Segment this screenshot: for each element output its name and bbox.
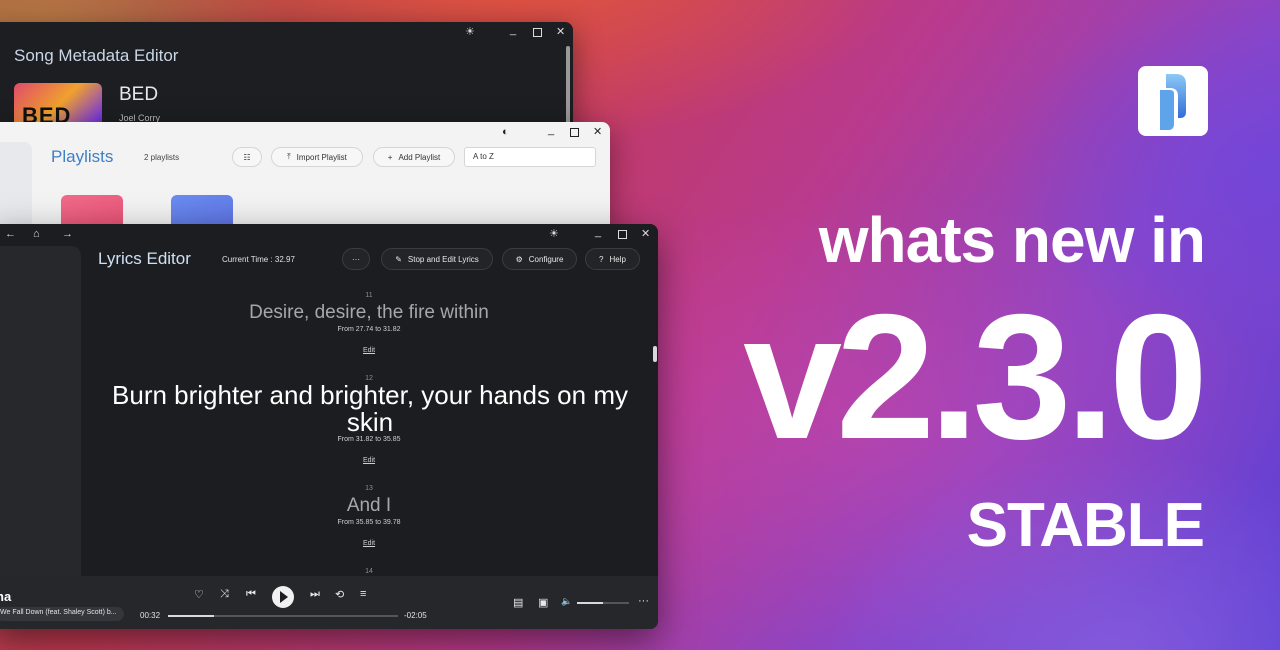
logo-icon: [1160, 74, 1186, 130]
lyric-line-timing: From 35.85 to 39.78: [337, 519, 401, 526]
minimize-icon[interactable]: _: [595, 227, 601, 238]
mini-player-icon[interactable]: ▣: [538, 596, 548, 609]
promo-version: v2.3.0: [743, 277, 1208, 476]
more-options-button[interactable]: ···: [342, 248, 370, 270]
add-playlist-button[interactable]: + Add Playlist: [373, 147, 455, 167]
previous-icon[interactable]: ⏮: [246, 588, 256, 601]
theme-toggle-icon[interactable]: ☀: [549, 229, 559, 240]
forward-arrow-icon[interactable]: →: [62, 229, 73, 240]
add-icon: +: [387, 152, 393, 162]
volume-slider-level: [577, 602, 603, 604]
list-check-icon: ☷: [243, 152, 251, 162]
edit-link[interactable]: Edit: [363, 457, 375, 464]
lyric-line-number: 13: [365, 485, 373, 492]
scrollbar[interactable]: [653, 346, 657, 362]
lyric-line-number: 14: [365, 568, 373, 575]
close-icon[interactable]: ✕: [593, 127, 602, 138]
remaining-time: -02:05: [404, 611, 427, 620]
import-playlist-button[interactable]: ⤒ Import Playlist: [271, 147, 363, 167]
select-mode-button[interactable]: ☷: [232, 147, 262, 167]
shuffle-icon[interactable]: ⤨: [220, 588, 229, 601]
maximize-icon[interactable]: [570, 128, 579, 137]
now-playing-title: na: [0, 589, 12, 604]
close-icon[interactable]: ✕: [556, 27, 565, 38]
lyric-line-text[interactable]: And I: [81, 495, 657, 517]
stop-edit-label: Stop and Edit Lyrics: [407, 254, 479, 264]
help-label: Help: [609, 254, 626, 264]
configure-label: Configure: [528, 254, 564, 264]
song-title: BED: [119, 84, 159, 105]
configure-button[interactable]: ⚙ Configure: [502, 248, 577, 270]
play-icon: [280, 591, 288, 603]
seek-bar-progress: [168, 615, 214, 617]
edit-link[interactable]: Edit: [363, 540, 375, 547]
repeat-icon[interactable]: ⟲: [335, 588, 344, 601]
page-title: Lyrics Editor: [98, 249, 191, 268]
minimize-icon[interactable]: _: [510, 25, 516, 36]
lyric-line-text[interactable]: Desire, desire, the fire within: [81, 302, 657, 324]
import-playlist-label: Import Playlist: [296, 152, 347, 162]
heart-icon[interactable]: ♡: [194, 588, 204, 601]
next-icon[interactable]: ⏭: [310, 588, 320, 601]
home-icon[interactable]: ⌂: [33, 229, 40, 240]
volume-icon[interactable]: 🔈: [561, 596, 572, 607]
back-arrow-icon[interactable]: ←: [5, 229, 16, 240]
page-title: Playlists: [51, 147, 114, 166]
sort-select[interactable]: A to Z: [464, 147, 596, 167]
edit-link[interactable]: Edit: [363, 347, 375, 354]
current-time: Current Time : 32.97: [222, 255, 295, 264]
stop-edit-lyrics-button[interactable]: ✎ Stop and Edit Lyrics: [381, 248, 493, 270]
import-icon: ⤒: [287, 152, 291, 161]
song-metadata-editor-window: Song Metadata Editor ☀ _ ✕ BED BED Joel …: [0, 22, 573, 132]
window-title: Song Metadata Editor: [14, 46, 179, 65]
player-bar: na We Fall Down (feat. Shaley Scott) b..…: [0, 576, 658, 629]
lyrics-editor-window: ← ⌂ → ☀ _ ✕ Lyrics Editor Current Time :…: [0, 224, 658, 629]
help-button[interactable]: ? Help: [585, 248, 640, 270]
more-icon[interactable]: ···: [638, 595, 649, 607]
theme-toggle-icon[interactable]: ☀: [465, 27, 475, 38]
promo-tag: STABLE: [966, 491, 1205, 560]
maximize-icon[interactable]: [533, 28, 542, 37]
now-playing-artist[interactable]: We Fall Down (feat. Shaley Scott) b...: [0, 607, 124, 621]
left-panel: [0, 246, 81, 576]
elapsed-time: 00:32: [140, 611, 161, 620]
help-icon: ?: [599, 254, 604, 264]
more-icon: ···: [352, 254, 360, 264]
minimize-icon[interactable]: _: [548, 125, 554, 136]
close-icon[interactable]: ✕: [641, 229, 650, 240]
add-playlist-label: Add Playlist: [398, 152, 441, 162]
gear-icon: ⚙: [515, 254, 523, 264]
play-button[interactable]: [272, 586, 294, 608]
app-logo: [1138, 66, 1208, 136]
lyric-line-text-active[interactable]: Burn brighter and brighter, your hands o…: [100, 382, 640, 436]
lyric-line-timing: From 31.82 to 35.85: [337, 436, 401, 443]
scrollbar[interactable]: [566, 46, 570, 126]
maximize-icon[interactable]: [618, 230, 627, 239]
lyric-line-timing: From 27.74 to 31.82: [337, 326, 401, 333]
promo-headline: whats new in: [818, 204, 1206, 276]
pencil-icon: ✎: [395, 254, 402, 264]
theme-toggle-icon[interactable]: ◐: [502, 127, 509, 138]
lyric-line-number: 11: [365, 292, 373, 299]
lyrics-icon[interactable]: ▤: [513, 596, 523, 609]
playlist-count: 2 playlists: [144, 153, 180, 162]
queue-icon[interactable]: ≡: [360, 588, 366, 600]
